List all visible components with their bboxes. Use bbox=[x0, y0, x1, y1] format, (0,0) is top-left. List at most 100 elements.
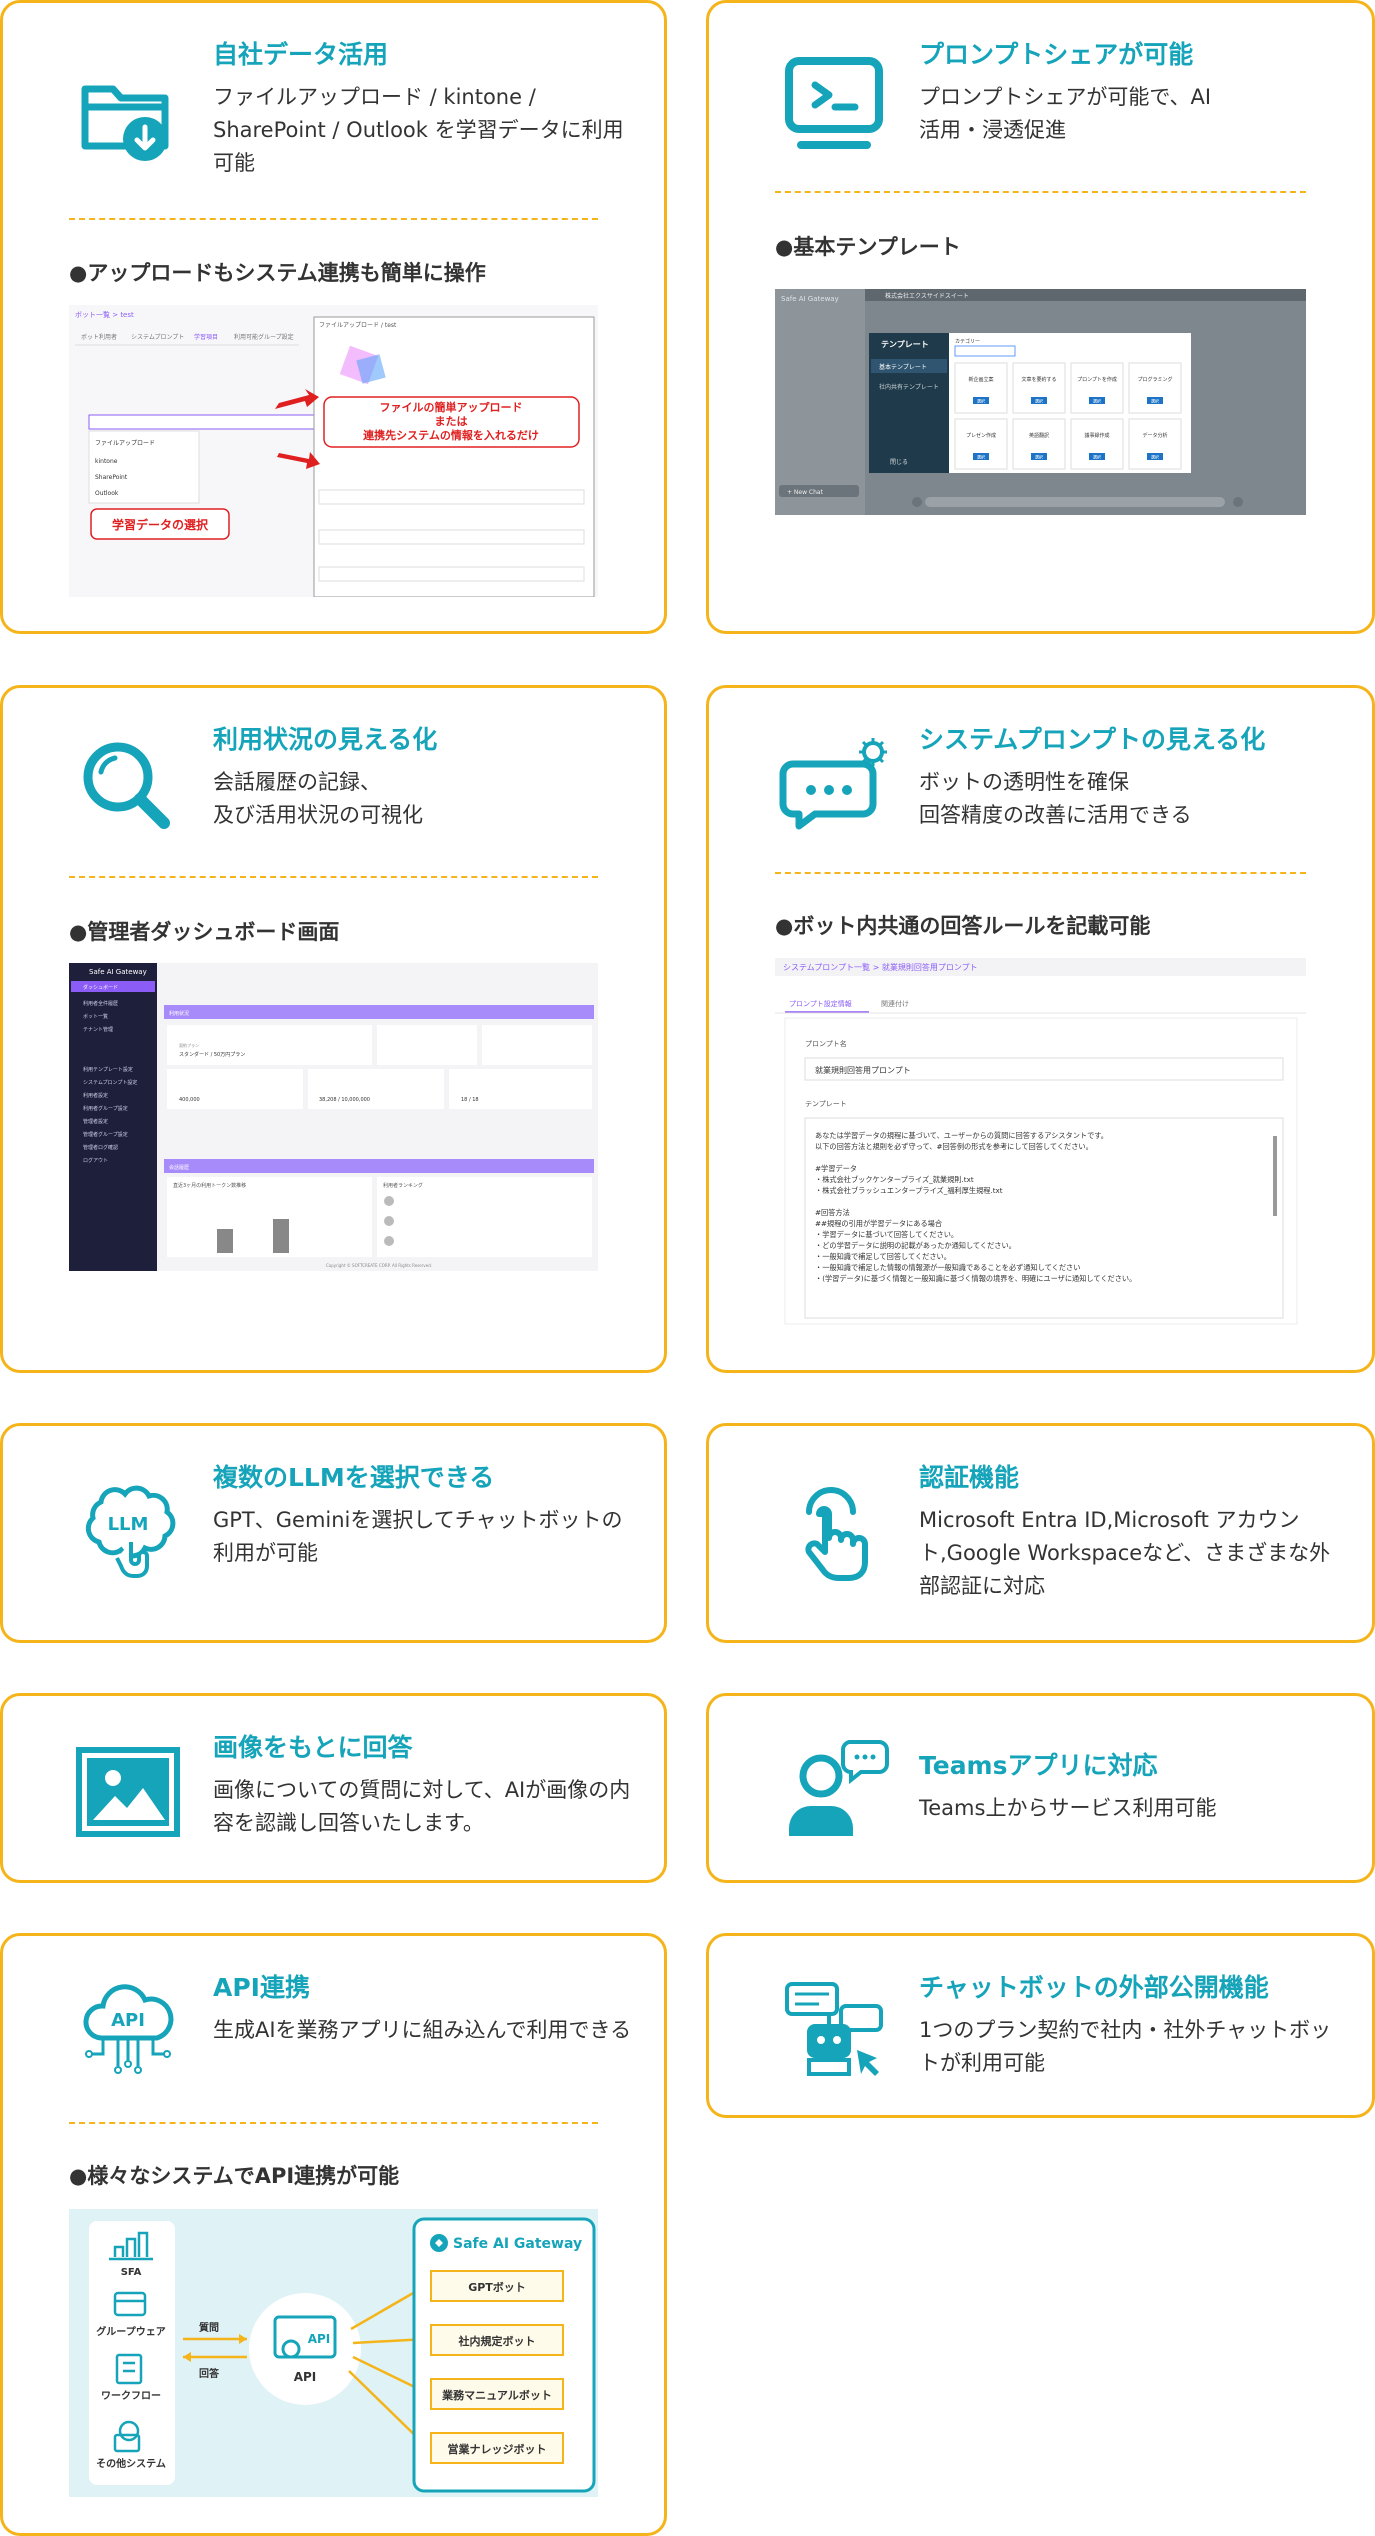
system-groupware: グループウェア bbox=[96, 2325, 165, 2338]
section-history: 会話履歴 bbox=[169, 1164, 189, 1171]
tab-3: 利用可能グループ設定 bbox=[234, 333, 294, 341]
category-label: カテゴリー bbox=[955, 338, 980, 345]
card-description-line-1: ボットの透明性を確保 bbox=[919, 770, 1129, 794]
chat-gear-icon bbox=[779, 728, 889, 838]
touch-icon bbox=[779, 1476, 889, 1586]
folder-download-icon bbox=[73, 61, 183, 171]
svg-text:データ分析: データ分析 bbox=[1142, 432, 1167, 439]
card-title: 利用状況の見える化 bbox=[213, 725, 438, 754]
svg-text:システムプロンプト設定: システムプロンプト設定 bbox=[83, 1079, 137, 1086]
svg-text:ダッシュボード: ダッシュボード bbox=[83, 984, 118, 991]
left-0: テンプレート bbox=[881, 339, 929, 349]
card-title: API連携 bbox=[213, 1973, 310, 2002]
svg-text:Copyright © SOFTCREATE CORP. A: Copyright © SOFTCREATE CORP. All Rights … bbox=[326, 1263, 432, 1268]
callout-line-1: ファイルの簡単アップロード bbox=[380, 400, 523, 414]
svg-text:契約プラン: 契約プラン bbox=[179, 1042, 199, 1048]
feature-card-image: 画像をもとに回答 画像についての質問に対して、AIが画像の内容を認識し回答いたし… bbox=[0, 1693, 667, 1883]
svg-text:あなたは学習データの規程に基づいて、ユーザーからの質問に回答: あなたは学習データの規程に基づいて、ユーザーからの質問に回答するアシスタントです… bbox=[815, 1131, 1108, 1140]
card-title: 画像をもとに回答 bbox=[213, 1733, 413, 1762]
feature-card-data: 自社データ活用 ファイルアップロード / kintone / SharePoin… bbox=[0, 0, 667, 634]
robot-chat-icon bbox=[779, 1976, 889, 2086]
svg-text:選択: 選択 bbox=[1035, 398, 1043, 404]
plan-name: スタンダード / 50万円プラン bbox=[179, 1051, 245, 1058]
svg-text:・一般知識で補足して回答してください。: ・一般知識で補足して回答してください。 bbox=[815, 1252, 951, 1261]
api-center-label: API bbox=[294, 2370, 317, 2384]
svg-text:テナント管理: テナント管理 bbox=[83, 1026, 113, 1033]
feature-card-sysprompt: システムプロンプトの見える化 ボットの透明性を確保 回答精度の改善に活用できる … bbox=[706, 685, 1375, 1373]
section-subtitle: ●管理者ダッシュボード画面 bbox=[69, 920, 340, 944]
bot-rules: 社内規定ボット bbox=[458, 2334, 536, 2348]
terminal-icon bbox=[779, 47, 889, 157]
section-subtitle: ●アップロードもシステム連携も簡単に操作 bbox=[69, 261, 486, 285]
svg-text:プロンプト名: プロンプト名 bbox=[805, 1039, 847, 1048]
feature-card-auth: 認証機能 Microsoft Entra ID,Microsoft アカウント,… bbox=[706, 1423, 1375, 1643]
section-usage: 利用状況 bbox=[169, 1010, 189, 1017]
picture-icon bbox=[73, 1736, 183, 1846]
svg-text:API: API bbox=[308, 2332, 331, 2346]
bot-sales: 営業ナレッジボット bbox=[448, 2442, 547, 2456]
card-title: システムプロンプトの見える化 bbox=[919, 725, 1266, 754]
svg-text:プロンプトを作成: プロンプトを作成 bbox=[1077, 376, 1117, 383]
new-chat: + New Chat bbox=[787, 489, 824, 496]
svg-text:400,000: 400,000 bbox=[179, 1097, 200, 1103]
dashed-divider bbox=[69, 2122, 598, 2124]
prompt-name: 就業規則回答用プロンプト bbox=[815, 1065, 911, 1075]
section-subtitle: ●様々なシステムでAPI連携が可能 bbox=[69, 2164, 400, 2188]
card-title: チャットボットの外部公開機能 bbox=[919, 1973, 1269, 2002]
svg-text:管理者ログ確認: 管理者ログ確認 bbox=[83, 1144, 118, 1151]
svg-text:・どの学習データに説明の記載があったか通知してください。: ・どの学習データに説明の記載があったか通知してください。 bbox=[815, 1241, 1016, 1250]
api-cloud-icon: API bbox=[73, 1976, 183, 2086]
svg-text:新企画立案: 新企画立案 bbox=[968, 376, 993, 383]
answer-label: 回答 bbox=[199, 2367, 220, 2380]
svg-text:・(学習データ)に基づく情報と一般知識に基づく情報の境界を、: ・(学習データ)に基づく情報と一般知識に基づく情報の境界を、明確にユーザに通知し… bbox=[815, 1274, 1136, 1283]
llm-brain-icon: LLM bbox=[73, 1472, 183, 1582]
svg-text:テンプレート: テンプレート bbox=[805, 1100, 847, 1108]
svg-text:選択: 選択 bbox=[1151, 398, 1159, 404]
tab-1: 関連付け bbox=[881, 999, 909, 1008]
section-subtitle: ●ボット内共通の回答ルールを記載可能 bbox=[775, 914, 1151, 938]
gateway-label: Safe AI Gateway bbox=[453, 2236, 582, 2252]
svg-text:直近3ヶ月の利用トークン数推移: 直近3ヶ月の利用トークン数推移 bbox=[173, 1182, 246, 1189]
dashed-divider bbox=[775, 191, 1306, 193]
bot-gpt: GPTボット bbox=[468, 2280, 526, 2294]
section-subtitle: ●基本テンプレート bbox=[775, 235, 961, 259]
svg-text:利用者グループ設定: 利用者グループ設定 bbox=[83, 1105, 128, 1112]
svg-text:選択: 選択 bbox=[1035, 454, 1043, 460]
svg-text:議事録作成: 議事録作成 bbox=[1084, 432, 1109, 439]
svg-text:18 / 18: 18 / 18 bbox=[461, 1097, 479, 1103]
header-name: 株式会社エクスサイドスイート bbox=[885, 292, 969, 300]
svg-text:ログアウト: ログアウト bbox=[83, 1157, 108, 1164]
svg-text:以下の回答方法と規則を必ず守って、#回答例の形式を参考にして: 以下の回答方法と規則を必ず守って、#回答例の形式を参考にして回答してください。 bbox=[815, 1142, 1093, 1151]
upload-screenshot: ボット一覧 > test ボット利用者 システムプロンプト 学習項目 利用可能グ… bbox=[69, 305, 598, 597]
svg-text:選択: 選択 bbox=[1093, 454, 1101, 460]
card-description: Teams上からサービス利用可能 bbox=[919, 1796, 1217, 1820]
svg-text:選択: 選択 bbox=[977, 454, 985, 460]
svg-text:プレゼン作成: プレゼン作成 bbox=[966, 432, 996, 439]
card-description-line-2: 及び活用状況の可視化 bbox=[213, 803, 423, 827]
card-description: GPT、Geminiを選択してチャットボットの利用が可能 bbox=[213, 1508, 623, 1565]
card-title: 自社データ活用 bbox=[213, 40, 389, 69]
svg-text:利用者設定: 利用者設定 bbox=[83, 1092, 108, 1099]
card-description: プロンプトシェアが可能で、AI 活用・浸透促進 bbox=[919, 85, 1212, 142]
question-label: 質問 bbox=[199, 2321, 219, 2334]
dashed-divider bbox=[69, 218, 598, 220]
card-description-line-2: 回答精度の改善に活用できる bbox=[919, 803, 1192, 827]
bot-manual: 業務マニュアルボット bbox=[441, 2388, 552, 2402]
card-title: 複数のLLMを選択できる bbox=[213, 1463, 495, 1492]
feature-card-share: プロンプトシェアが可能 プロンプトシェアが可能で、AI 活用・浸透促進 ●基本テ… bbox=[706, 0, 1375, 634]
api-diagram: SFA グループウェア ワークフロー その他システム 質問 回答 API API… bbox=[69, 2209, 598, 2497]
user-chat-icon bbox=[779, 1736, 889, 1846]
app-name: Safe AI Gateway bbox=[781, 295, 839, 303]
sysprompt-screenshot: システムプロンプト一覧 > 就業規則回答用プロンプト プロンプト設定情報 関連付… bbox=[775, 958, 1306, 1332]
svg-text:ボット一覧: ボット一覧 bbox=[83, 1013, 108, 1020]
feature-card-teams: Teamsアプリに対応 Teams上からサービス利用可能 bbox=[706, 1693, 1375, 1883]
callout-line-3: 連携先システムの情報を入れるだけ bbox=[363, 428, 539, 442]
feature-card-publish: チャットボットの外部公開機能 1つのプラン契約で社内・社外チャットボットが利用可… bbox=[706, 1933, 1375, 2118]
svg-text:・株式会社ブックケンタープライズ_就業規則.txt: ・株式会社ブックケンタープライズ_就業規則.txt bbox=[815, 1175, 974, 1184]
card-description: Microsoft Entra ID,Microsoft アカウント,Googl… bbox=[919, 1508, 1331, 1598]
svg-text:#回答方法: #回答方法 bbox=[815, 1208, 850, 1217]
left-2: 社内共有テンプレート bbox=[879, 383, 939, 391]
app-name: Safe AI Gateway bbox=[89, 968, 147, 976]
system-other: その他システム bbox=[96, 2457, 166, 2470]
tab-1: システムプロンプト bbox=[131, 334, 184, 341]
